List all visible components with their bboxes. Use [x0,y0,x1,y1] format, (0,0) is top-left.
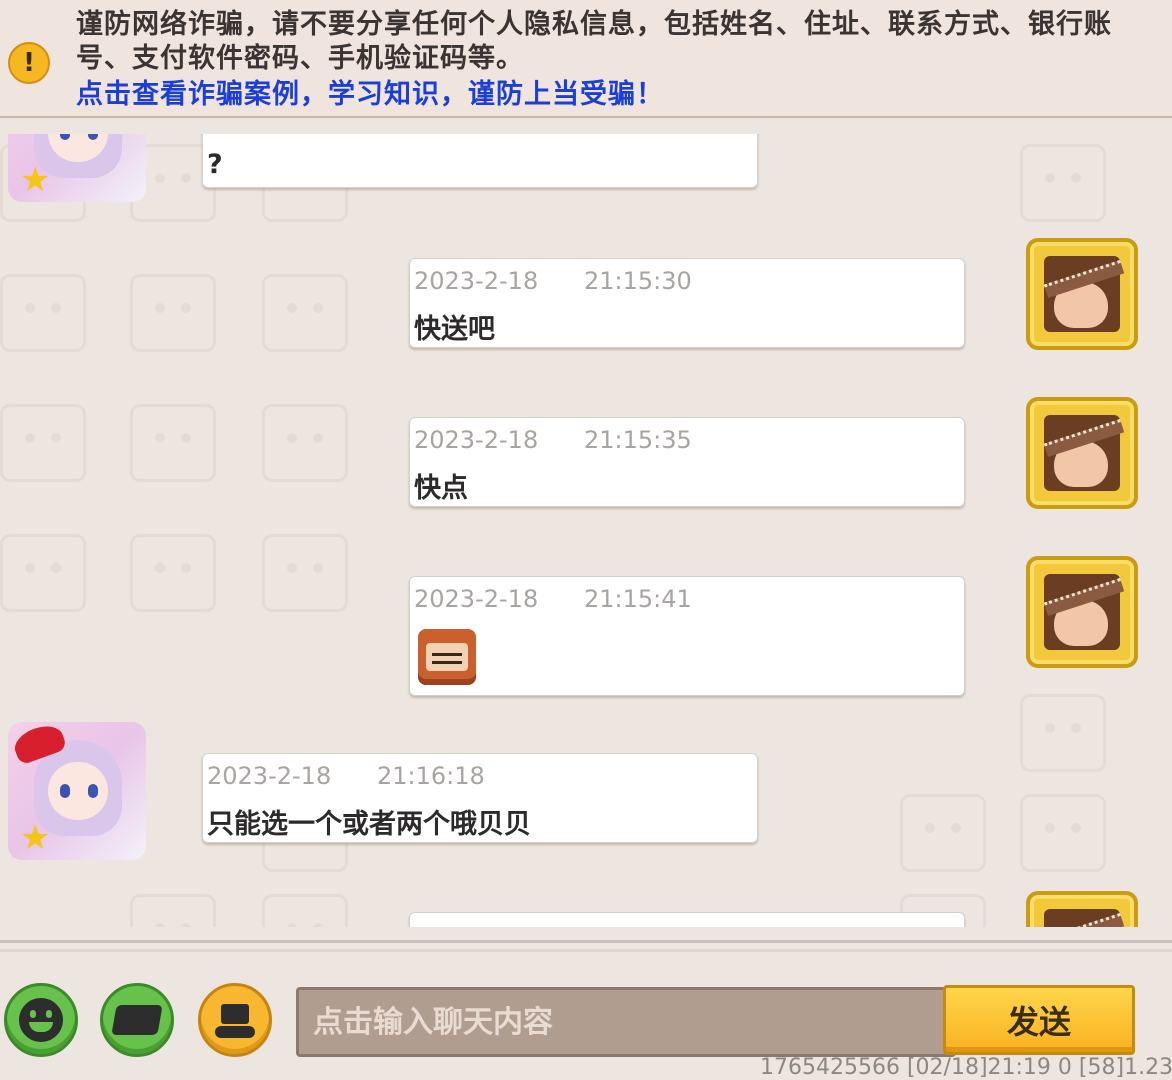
cartoon-sticker-icon[interactable] [418,629,476,685]
warning-banner: ! 谨防网络诈骗，请不要分享任何个人隐私信息，包括姓名、住址、联系方式、银行账号… [0,0,1172,118]
card-icon [111,1005,163,1035]
message-timestamp: 2023-2-18 21:16:18 [207,762,485,790]
gift-button[interactable] [198,983,272,1057]
chat-input-box[interactable] [296,987,956,1057]
warning-text: 谨防网络诈骗，请不要分享任何个人隐私信息，包括姓名、住址、联系方式、银行账号、支… [76,9,1112,74]
send-button[interactable]: 发送 [943,985,1135,1055]
message-bubble[interactable]: 2023-2-18 21:16:18 只能选一个或者两个哦贝贝 [202,753,758,843]
chat-input[interactable] [313,990,953,1054]
my-avatar[interactable] [1026,397,1138,509]
debug-info-text: 1765425566 [02/18]21:19 0 [58]1.23. [760,1055,1172,1080]
message-bubble[interactable]: 2023-2-18 21:15:35 快点 [409,417,965,507]
my-avatar[interactable] [1026,238,1138,350]
message-bubble[interactable]: ? [202,134,758,188]
chat-area[interactable]: ★ ? 2023-2-18 21:15:30 快送吧 2023-2-18 21:… [0,134,1172,927]
gift-hand-icon [215,1000,255,1040]
message-timestamp: 2023-2-18 21:15:41 [414,585,692,613]
message-text: 只能选一个或者两个哦贝贝 [207,809,531,840]
message-text: 快点 [414,473,468,504]
my-avatar[interactable] [1026,556,1138,668]
message-bubble[interactable]: 2023-2-18 21:15:41 [409,576,965,696]
emoji-button[interactable] [4,983,78,1057]
message-bubble[interactable] [409,912,965,927]
fraud-cases-link[interactable]: 点击查看诈骗案例，学习知识，谨防上当受骗！ [76,78,664,112]
other-user-avatar[interactable]: ★ [8,722,146,860]
message-timestamp: 2023-2-18 21:15:30 [414,267,692,295]
message-bubble[interactable]: 2023-2-18 21:15:30 快送吧 [409,258,965,348]
message-text: 快送吧 [414,314,495,345]
my-avatar[interactable] [1026,891,1138,927]
message-timestamp: 2023-2-18 21:15:35 [414,426,692,454]
other-user-avatar[interactable]: ★ [8,134,146,202]
card-button[interactable] [100,983,174,1057]
message-text: ? [207,149,223,180]
input-bar: 发送 1765425566 [02/18]21:19 0 [58]1.23. [0,940,1172,1080]
smiley-icon [19,998,63,1042]
exclamation-icon: ! [8,42,50,84]
